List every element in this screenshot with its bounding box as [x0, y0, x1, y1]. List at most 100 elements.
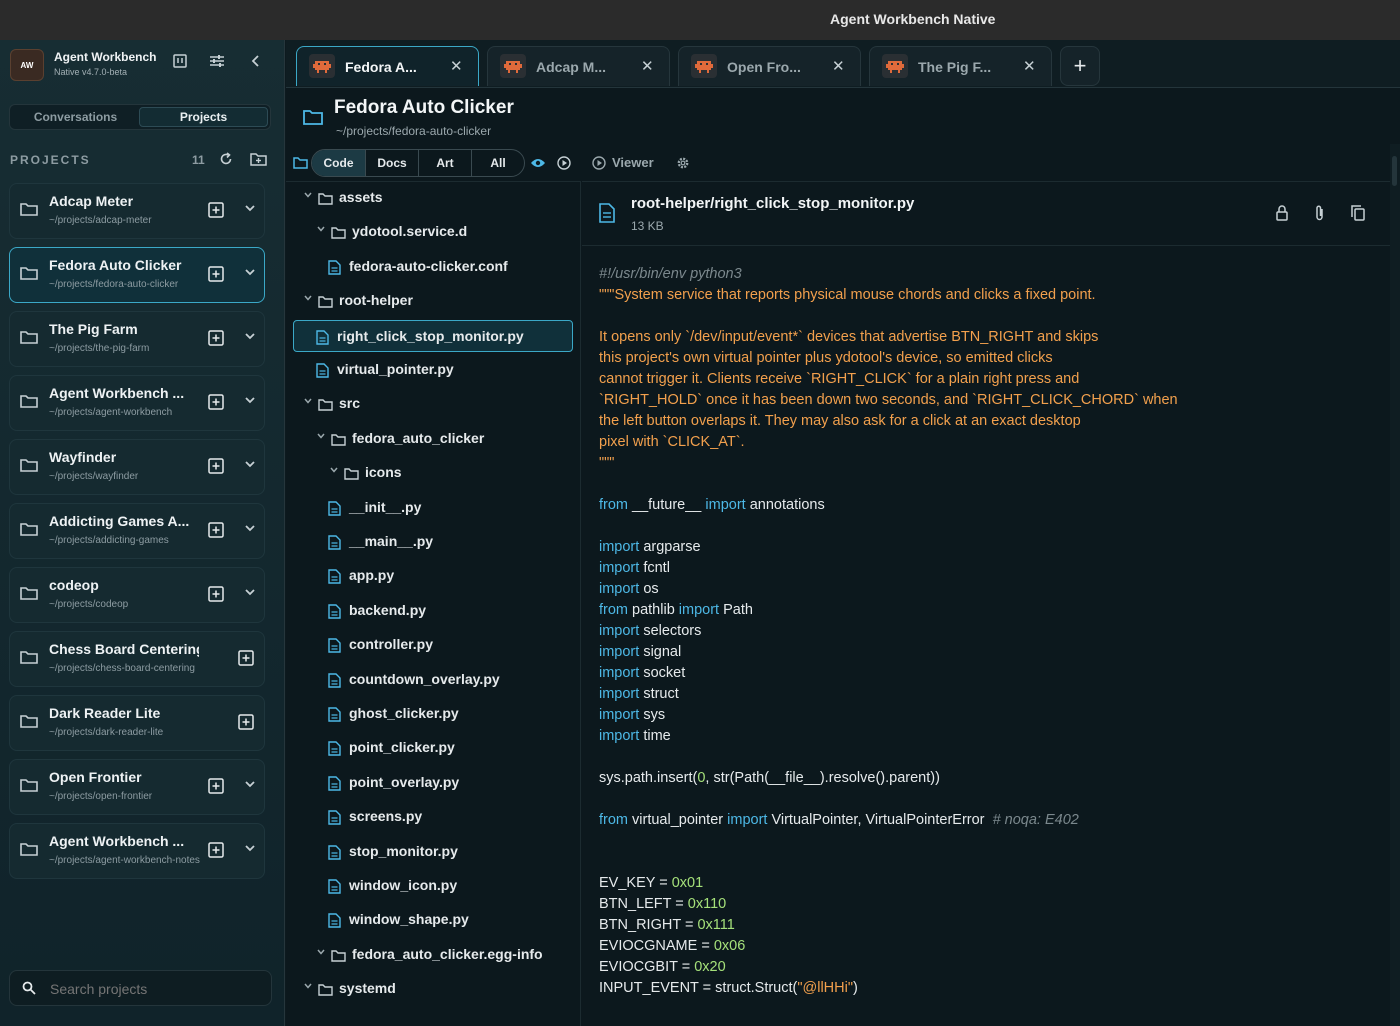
chevron-down-icon[interactable] [244, 586, 256, 601]
filter-all[interactable]: All [471, 150, 524, 176]
tree-file[interactable]: __main__.py [286, 526, 580, 558]
chevron-down-icon[interactable] [244, 266, 256, 281]
project-item[interactable]: Adcap Meter ~/projects/adcap-meter [9, 183, 265, 239]
tree-file[interactable]: backend.py [286, 595, 580, 627]
chevron-down-icon[interactable] [244, 778, 256, 793]
chevron-down-icon[interactable] [303, 981, 313, 994]
tree-file[interactable]: screens.py [286, 801, 580, 833]
tree-file[interactable]: point_overlay.py [286, 767, 580, 799]
layout-icon[interactable] [171, 54, 189, 72]
tree-file[interactable]: ghost_clicker.py [286, 698, 580, 730]
tree-folder[interactable]: icons [286, 457, 580, 489]
code-token: It opens only `/dev/input/event*` device… [599, 329, 1099, 345]
chevron-down-icon[interactable] [329, 465, 339, 478]
new-conversation-icon[interactable] [208, 458, 224, 474]
tree-folder[interactable]: fedora_auto_clicker [286, 423, 580, 455]
tree-file[interactable]: window_icon.py [286, 870, 580, 902]
tree-file[interactable]: point_clicker.py [286, 732, 580, 764]
close-icon[interactable]: ✕ [450, 57, 463, 75]
tree-file[interactable]: countdown_overlay.py [286, 664, 580, 696]
new-conversation-icon[interactable] [238, 650, 254, 666]
new-conversation-icon[interactable] [208, 778, 224, 794]
tree-folder[interactable]: assets [286, 182, 580, 214]
project-item[interactable]: The Pig Farm ~/projects/the-pig-farm [9, 311, 265, 367]
chevron-down-icon[interactable] [316, 947, 326, 960]
project-item[interactable]: Agent Workbench ... ~/projects/agent-work… [9, 375, 265, 431]
chevron-down-icon[interactable] [303, 396, 313, 409]
new-conversation-icon[interactable] [208, 330, 224, 346]
chevron-down-icon[interactable] [244, 522, 256, 537]
refresh-icon[interactable] [217, 152, 235, 170]
chevron-down-icon[interactable] [303, 190, 313, 203]
filter-art[interactable]: Art [418, 150, 471, 176]
project-item[interactable]: Chess Board Centering ~/projects/chess-bo… [9, 631, 265, 687]
scrollbar[interactable] [1390, 144, 1400, 1026]
close-icon[interactable]: ✕ [1023, 57, 1036, 75]
chevron-down-icon[interactable] [244, 330, 256, 345]
sliders-icon[interactable] [208, 54, 226, 72]
chevron-down-icon[interactable] [316, 431, 326, 444]
gear-icon[interactable] [676, 156, 690, 170]
code-view[interactable]: #!/usr/bin/env python3 """System service … [599, 264, 1389, 999]
project-item[interactable]: Fedora Auto Clicker ~/projects/fedora-aut… [9, 247, 265, 303]
close-icon[interactable]: ✕ [832, 57, 845, 75]
folder-toggle-icon[interactable] [293, 157, 308, 169]
tab[interactable]: The Pig F... ✕ [869, 46, 1052, 86]
segment-projects[interactable]: Projects [139, 107, 268, 127]
tree-file[interactable]: virtual_pointer.py [286, 354, 580, 386]
code-line: """System service that reports physical … [599, 285, 1389, 306]
lock-icon[interactable] [1274, 204, 1290, 222]
new-conversation-icon[interactable] [208, 394, 224, 410]
tree-file[interactable]: __init__.py [286, 492, 580, 524]
tree-file[interactable]: controller.py [286, 629, 580, 661]
project-item[interactable]: codeop ~/projects/codeop [9, 567, 265, 623]
segment-conversations[interactable]: Conversations [12, 107, 139, 127]
tab[interactable]: Fedora A... ✕ [296, 46, 479, 86]
new-folder-icon[interactable] [249, 152, 267, 170]
tree-file[interactable]: app.py [286, 560, 580, 592]
chevron-down-icon[interactable] [244, 842, 256, 857]
new-conversation-icon[interactable] [208, 586, 224, 602]
tree-folder[interactable]: fedora_auto_clicker.egg-info [286, 939, 580, 971]
tree-folder[interactable]: systemd [286, 973, 580, 1005]
scrollbar-thumb[interactable] [1392, 156, 1397, 186]
copy-icon[interactable] [1350, 204, 1366, 222]
code-token: 0x20 [694, 959, 726, 975]
chevron-down-icon[interactable] [244, 458, 256, 473]
chevron-down-icon[interactable] [244, 394, 256, 409]
play-circle-icon[interactable] [592, 156, 606, 170]
eye-icon[interactable] [530, 157, 546, 169]
new-conversation-icon[interactable] [208, 266, 224, 282]
search-box[interactable] [9, 970, 272, 1006]
chevron-down-icon[interactable] [316, 224, 326, 237]
filter-docs[interactable]: Docs [365, 150, 418, 176]
new-conversation-icon[interactable] [208, 522, 224, 538]
close-icon[interactable]: ✕ [641, 57, 654, 75]
chevron-down-icon[interactable] [244, 202, 256, 217]
project-item[interactable]: Agent Workbench ... ~/projects/agent-work… [9, 823, 265, 879]
tab[interactable]: Adcap M... ✕ [487, 46, 670, 86]
filter-code[interactable]: Code [312, 150, 365, 176]
new-conversation-icon[interactable] [208, 842, 224, 858]
project-item[interactable]: Wayfinder ~/projects/wayfinder [9, 439, 265, 495]
project-item[interactable]: Addicting Games A... ~/projects/addicting… [9, 503, 265, 559]
collapse-sidebar-icon[interactable] [247, 54, 265, 72]
chevron-down-icon[interactable] [303, 293, 313, 306]
attachment-icon[interactable] [1312, 204, 1328, 222]
search-input[interactable] [50, 979, 250, 999]
new-conversation-icon[interactable] [208, 202, 224, 218]
tree-folder[interactable]: root-helper [286, 285, 580, 317]
bot-icon [309, 54, 335, 78]
tree-folder[interactable]: src [286, 388, 580, 420]
project-item[interactable]: Dark Reader Lite ~/projects/dark-reader-l… [9, 695, 265, 751]
play-icon[interactable] [557, 156, 571, 170]
tree-file[interactable]: right_click_stop_monitor.py [293, 319, 573, 352]
new-tab-button[interactable]: + [1060, 46, 1100, 86]
tab[interactable]: Open Fro... ✕ [678, 46, 861, 86]
tree-folder[interactable]: ydotool.service.d [286, 216, 580, 248]
project-item[interactable]: Open Frontier ~/projects/open-frontier [9, 759, 265, 815]
new-conversation-icon[interactable] [238, 714, 254, 730]
tree-file[interactable]: fedora-auto-clicker.conf [286, 251, 580, 283]
tree-file[interactable]: stop_monitor.py [286, 836, 580, 868]
tree-file[interactable]: window_shape.py [286, 904, 580, 936]
